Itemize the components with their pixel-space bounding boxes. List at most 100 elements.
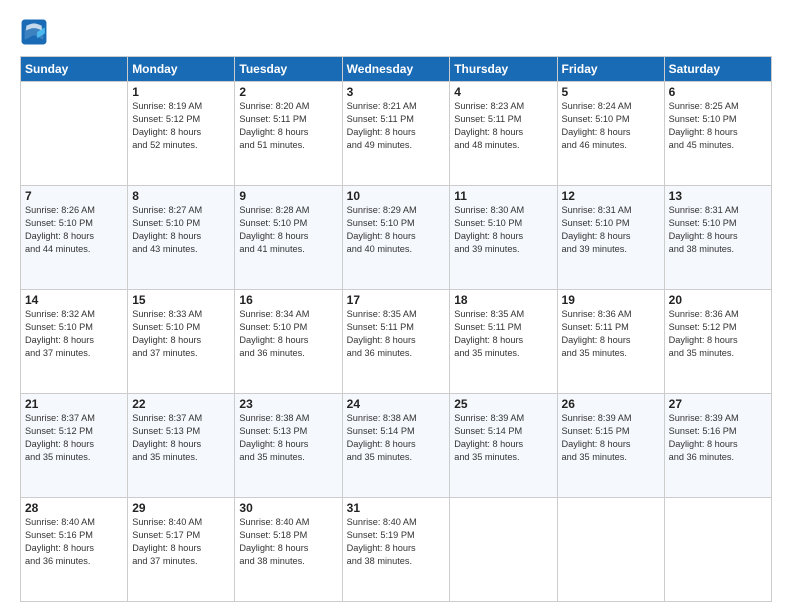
cell-info: Sunrise: 8:36 AM Sunset: 5:12 PM Dayligh… — [669, 308, 767, 360]
cell-info: Sunrise: 8:26 AM Sunset: 5:10 PM Dayligh… — [25, 204, 123, 256]
cell-info: Sunrise: 8:40 AM Sunset: 5:19 PM Dayligh… — [347, 516, 446, 568]
day-number: 13 — [669, 189, 767, 203]
page: SundayMondayTuesdayWednesdayThursdayFrid… — [0, 0, 792, 612]
day-number: 27 — [669, 397, 767, 411]
calendar-cell: 30Sunrise: 8:40 AM Sunset: 5:18 PM Dayli… — [235, 498, 342, 602]
calendar-week-5: 28Sunrise: 8:40 AM Sunset: 5:16 PM Dayli… — [21, 498, 772, 602]
calendar-cell: 2Sunrise: 8:20 AM Sunset: 5:11 PM Daylig… — [235, 82, 342, 186]
calendar-cell: 28Sunrise: 8:40 AM Sunset: 5:16 PM Dayli… — [21, 498, 128, 602]
calendar-cell: 27Sunrise: 8:39 AM Sunset: 5:16 PM Dayli… — [664, 394, 771, 498]
cell-info: Sunrise: 8:38 AM Sunset: 5:14 PM Dayligh… — [347, 412, 446, 464]
day-number: 15 — [132, 293, 230, 307]
calendar-header-row: SundayMondayTuesdayWednesdayThursdayFrid… — [21, 57, 772, 82]
cell-info: Sunrise: 8:35 AM Sunset: 5:11 PM Dayligh… — [454, 308, 552, 360]
calendar-cell: 16Sunrise: 8:34 AM Sunset: 5:10 PM Dayli… — [235, 290, 342, 394]
calendar-cell: 22Sunrise: 8:37 AM Sunset: 5:13 PM Dayli… — [128, 394, 235, 498]
day-number: 20 — [669, 293, 767, 307]
calendar-cell: 4Sunrise: 8:23 AM Sunset: 5:11 PM Daylig… — [450, 82, 557, 186]
day-number: 14 — [25, 293, 123, 307]
day-number: 25 — [454, 397, 552, 411]
cell-info: Sunrise: 8:20 AM Sunset: 5:11 PM Dayligh… — [239, 100, 337, 152]
cell-info: Sunrise: 8:37 AM Sunset: 5:12 PM Dayligh… — [25, 412, 123, 464]
day-number: 5 — [562, 85, 660, 99]
day-number: 16 — [239, 293, 337, 307]
day-number: 28 — [25, 501, 123, 515]
cell-info: Sunrise: 8:31 AM Sunset: 5:10 PM Dayligh… — [669, 204, 767, 256]
day-number: 3 — [347, 85, 446, 99]
calendar-week-4: 21Sunrise: 8:37 AM Sunset: 5:12 PM Dayli… — [21, 394, 772, 498]
cell-info: Sunrise: 8:39 AM Sunset: 5:16 PM Dayligh… — [669, 412, 767, 464]
cell-info: Sunrise: 8:27 AM Sunset: 5:10 PM Dayligh… — [132, 204, 230, 256]
calendar-header-thursday: Thursday — [450, 57, 557, 82]
day-number: 19 — [562, 293, 660, 307]
calendar-cell: 24Sunrise: 8:38 AM Sunset: 5:14 PM Dayli… — [342, 394, 450, 498]
header — [20, 18, 772, 46]
calendar-cell: 31Sunrise: 8:40 AM Sunset: 5:19 PM Dayli… — [342, 498, 450, 602]
cell-info: Sunrise: 8:19 AM Sunset: 5:12 PM Dayligh… — [132, 100, 230, 152]
day-number: 17 — [347, 293, 446, 307]
cell-info: Sunrise: 8:37 AM Sunset: 5:13 PM Dayligh… — [132, 412, 230, 464]
cell-info: Sunrise: 8:32 AM Sunset: 5:10 PM Dayligh… — [25, 308, 123, 360]
cell-info: Sunrise: 8:40 AM Sunset: 5:16 PM Dayligh… — [25, 516, 123, 568]
calendar-cell: 26Sunrise: 8:39 AM Sunset: 5:15 PM Dayli… — [557, 394, 664, 498]
cell-info: Sunrise: 8:31 AM Sunset: 5:10 PM Dayligh… — [562, 204, 660, 256]
calendar-table: SundayMondayTuesdayWednesdayThursdayFrid… — [20, 56, 772, 602]
calendar-cell: 3Sunrise: 8:21 AM Sunset: 5:11 PM Daylig… — [342, 82, 450, 186]
calendar-header-saturday: Saturday — [664, 57, 771, 82]
cell-info: Sunrise: 8:24 AM Sunset: 5:10 PM Dayligh… — [562, 100, 660, 152]
calendar-cell: 8Sunrise: 8:27 AM Sunset: 5:10 PM Daylig… — [128, 186, 235, 290]
calendar-week-3: 14Sunrise: 8:32 AM Sunset: 5:10 PM Dayli… — [21, 290, 772, 394]
day-number: 7 — [25, 189, 123, 203]
cell-info: Sunrise: 8:21 AM Sunset: 5:11 PM Dayligh… — [347, 100, 446, 152]
logo — [20, 18, 52, 46]
calendar-cell — [664, 498, 771, 602]
calendar-cell: 10Sunrise: 8:29 AM Sunset: 5:10 PM Dayli… — [342, 186, 450, 290]
calendar-cell: 23Sunrise: 8:38 AM Sunset: 5:13 PM Dayli… — [235, 394, 342, 498]
day-number: 6 — [669, 85, 767, 99]
cell-info: Sunrise: 8:23 AM Sunset: 5:11 PM Dayligh… — [454, 100, 552, 152]
calendar-cell: 11Sunrise: 8:30 AM Sunset: 5:10 PM Dayli… — [450, 186, 557, 290]
calendar-cell: 7Sunrise: 8:26 AM Sunset: 5:10 PM Daylig… — [21, 186, 128, 290]
calendar-cell: 17Sunrise: 8:35 AM Sunset: 5:11 PM Dayli… — [342, 290, 450, 394]
calendar-cell — [557, 498, 664, 602]
logo-icon — [20, 18, 48, 46]
cell-info: Sunrise: 8:30 AM Sunset: 5:10 PM Dayligh… — [454, 204, 552, 256]
calendar-header-monday: Monday — [128, 57, 235, 82]
calendar-cell: 19Sunrise: 8:36 AM Sunset: 5:11 PM Dayli… — [557, 290, 664, 394]
calendar-cell — [450, 498, 557, 602]
day-number: 9 — [239, 189, 337, 203]
day-number: 11 — [454, 189, 552, 203]
cell-info: Sunrise: 8:39 AM Sunset: 5:15 PM Dayligh… — [562, 412, 660, 464]
cell-info: Sunrise: 8:34 AM Sunset: 5:10 PM Dayligh… — [239, 308, 337, 360]
cell-info: Sunrise: 8:40 AM Sunset: 5:18 PM Dayligh… — [239, 516, 337, 568]
day-number: 29 — [132, 501, 230, 515]
calendar-cell: 1Sunrise: 8:19 AM Sunset: 5:12 PM Daylig… — [128, 82, 235, 186]
day-number: 1 — [132, 85, 230, 99]
calendar-cell: 5Sunrise: 8:24 AM Sunset: 5:10 PM Daylig… — [557, 82, 664, 186]
calendar-cell: 6Sunrise: 8:25 AM Sunset: 5:10 PM Daylig… — [664, 82, 771, 186]
calendar-cell: 20Sunrise: 8:36 AM Sunset: 5:12 PM Dayli… — [664, 290, 771, 394]
calendar-header-sunday: Sunday — [21, 57, 128, 82]
calendar-cell: 18Sunrise: 8:35 AM Sunset: 5:11 PM Dayli… — [450, 290, 557, 394]
day-number: 30 — [239, 501, 337, 515]
cell-info: Sunrise: 8:33 AM Sunset: 5:10 PM Dayligh… — [132, 308, 230, 360]
calendar-cell: 14Sunrise: 8:32 AM Sunset: 5:10 PM Dayli… — [21, 290, 128, 394]
calendar-cell: 21Sunrise: 8:37 AM Sunset: 5:12 PM Dayli… — [21, 394, 128, 498]
calendar-header-tuesday: Tuesday — [235, 57, 342, 82]
cell-info: Sunrise: 8:40 AM Sunset: 5:17 PM Dayligh… — [132, 516, 230, 568]
cell-info: Sunrise: 8:25 AM Sunset: 5:10 PM Dayligh… — [669, 100, 767, 152]
day-number: 4 — [454, 85, 552, 99]
calendar-cell: 12Sunrise: 8:31 AM Sunset: 5:10 PM Dayli… — [557, 186, 664, 290]
calendar-cell: 29Sunrise: 8:40 AM Sunset: 5:17 PM Dayli… — [128, 498, 235, 602]
calendar-cell: 15Sunrise: 8:33 AM Sunset: 5:10 PM Dayli… — [128, 290, 235, 394]
day-number: 10 — [347, 189, 446, 203]
cell-info: Sunrise: 8:38 AM Sunset: 5:13 PM Dayligh… — [239, 412, 337, 464]
calendar-cell: 25Sunrise: 8:39 AM Sunset: 5:14 PM Dayli… — [450, 394, 557, 498]
cell-info: Sunrise: 8:35 AM Sunset: 5:11 PM Dayligh… — [347, 308, 446, 360]
day-number: 26 — [562, 397, 660, 411]
calendar-cell: 13Sunrise: 8:31 AM Sunset: 5:10 PM Dayli… — [664, 186, 771, 290]
day-number: 21 — [25, 397, 123, 411]
day-number: 8 — [132, 189, 230, 203]
day-number: 31 — [347, 501, 446, 515]
calendar-header-friday: Friday — [557, 57, 664, 82]
